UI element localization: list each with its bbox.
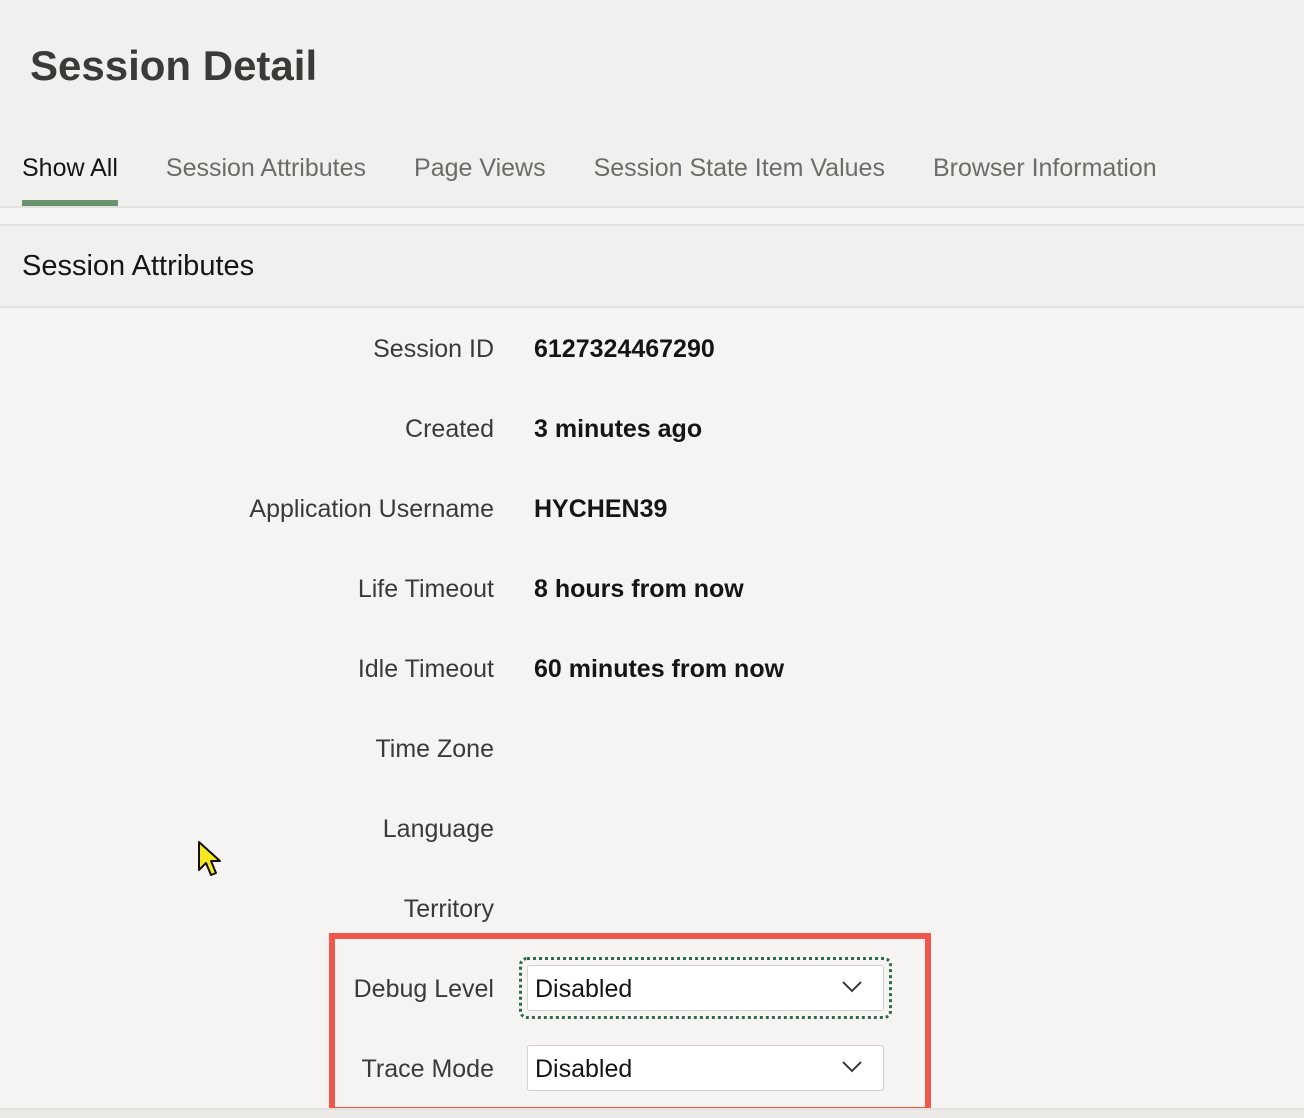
page-title: Session Detail bbox=[30, 42, 318, 89]
field-row-territory: Territory bbox=[0, 885, 1304, 933]
region-bottom-border bbox=[0, 1108, 1304, 1118]
field-label: Created bbox=[405, 415, 494, 443]
page-header: Session Detail Show All Session Attribut… bbox=[0, 0, 1304, 208]
tab-bar: Show All Session Attributes Page Views S… bbox=[0, 142, 1157, 208]
field-row-application-username: Application Username HYCHEN39 bbox=[0, 485, 1304, 533]
field-row-created: Created 3 minutes ago bbox=[0, 405, 1304, 453]
tab-session-state-item-values[interactable]: Session State Item Values bbox=[594, 142, 885, 208]
header-divider-strip bbox=[0, 208, 1304, 226]
field-value: 3 minutes ago bbox=[534, 415, 703, 443]
tab-browser-information[interactable]: Browser Information bbox=[933, 142, 1157, 208]
field-value: HYCHEN39 bbox=[534, 495, 668, 523]
field-value: 60 minutes from now bbox=[534, 655, 785, 683]
field-label: Session ID bbox=[373, 335, 494, 363]
field-label: Time Zone bbox=[375, 735, 494, 763]
region-header: Session Attributes bbox=[0, 226, 1304, 308]
region-title: Session Attributes bbox=[22, 250, 255, 282]
tab-show-all[interactable]: Show All bbox=[22, 142, 118, 208]
field-label: Application Username bbox=[249, 495, 494, 523]
field-label: Idle Timeout bbox=[357, 655, 494, 683]
field-row-session-id: Session ID 6127324467290 bbox=[0, 325, 1304, 373]
annotation-highlight-box bbox=[329, 933, 931, 1113]
tab-session-attributes[interactable]: Session Attributes bbox=[166, 142, 366, 208]
field-row-time-zone: Time Zone bbox=[0, 725, 1304, 773]
field-label: Territory bbox=[403, 895, 494, 923]
field-label: Life Timeout bbox=[357, 575, 494, 603]
field-row-life-timeout: Life Timeout 8 hours from now bbox=[0, 565, 1304, 613]
field-value: 8 hours from now bbox=[534, 575, 744, 603]
tab-page-views[interactable]: Page Views bbox=[414, 142, 546, 208]
field-row-idle-timeout: Idle Timeout 60 minutes from now bbox=[0, 645, 1304, 693]
field-label: Language bbox=[382, 815, 494, 843]
field-value: 6127324467290 bbox=[534, 335, 715, 363]
mouse-pointer-icon bbox=[198, 841, 221, 876]
